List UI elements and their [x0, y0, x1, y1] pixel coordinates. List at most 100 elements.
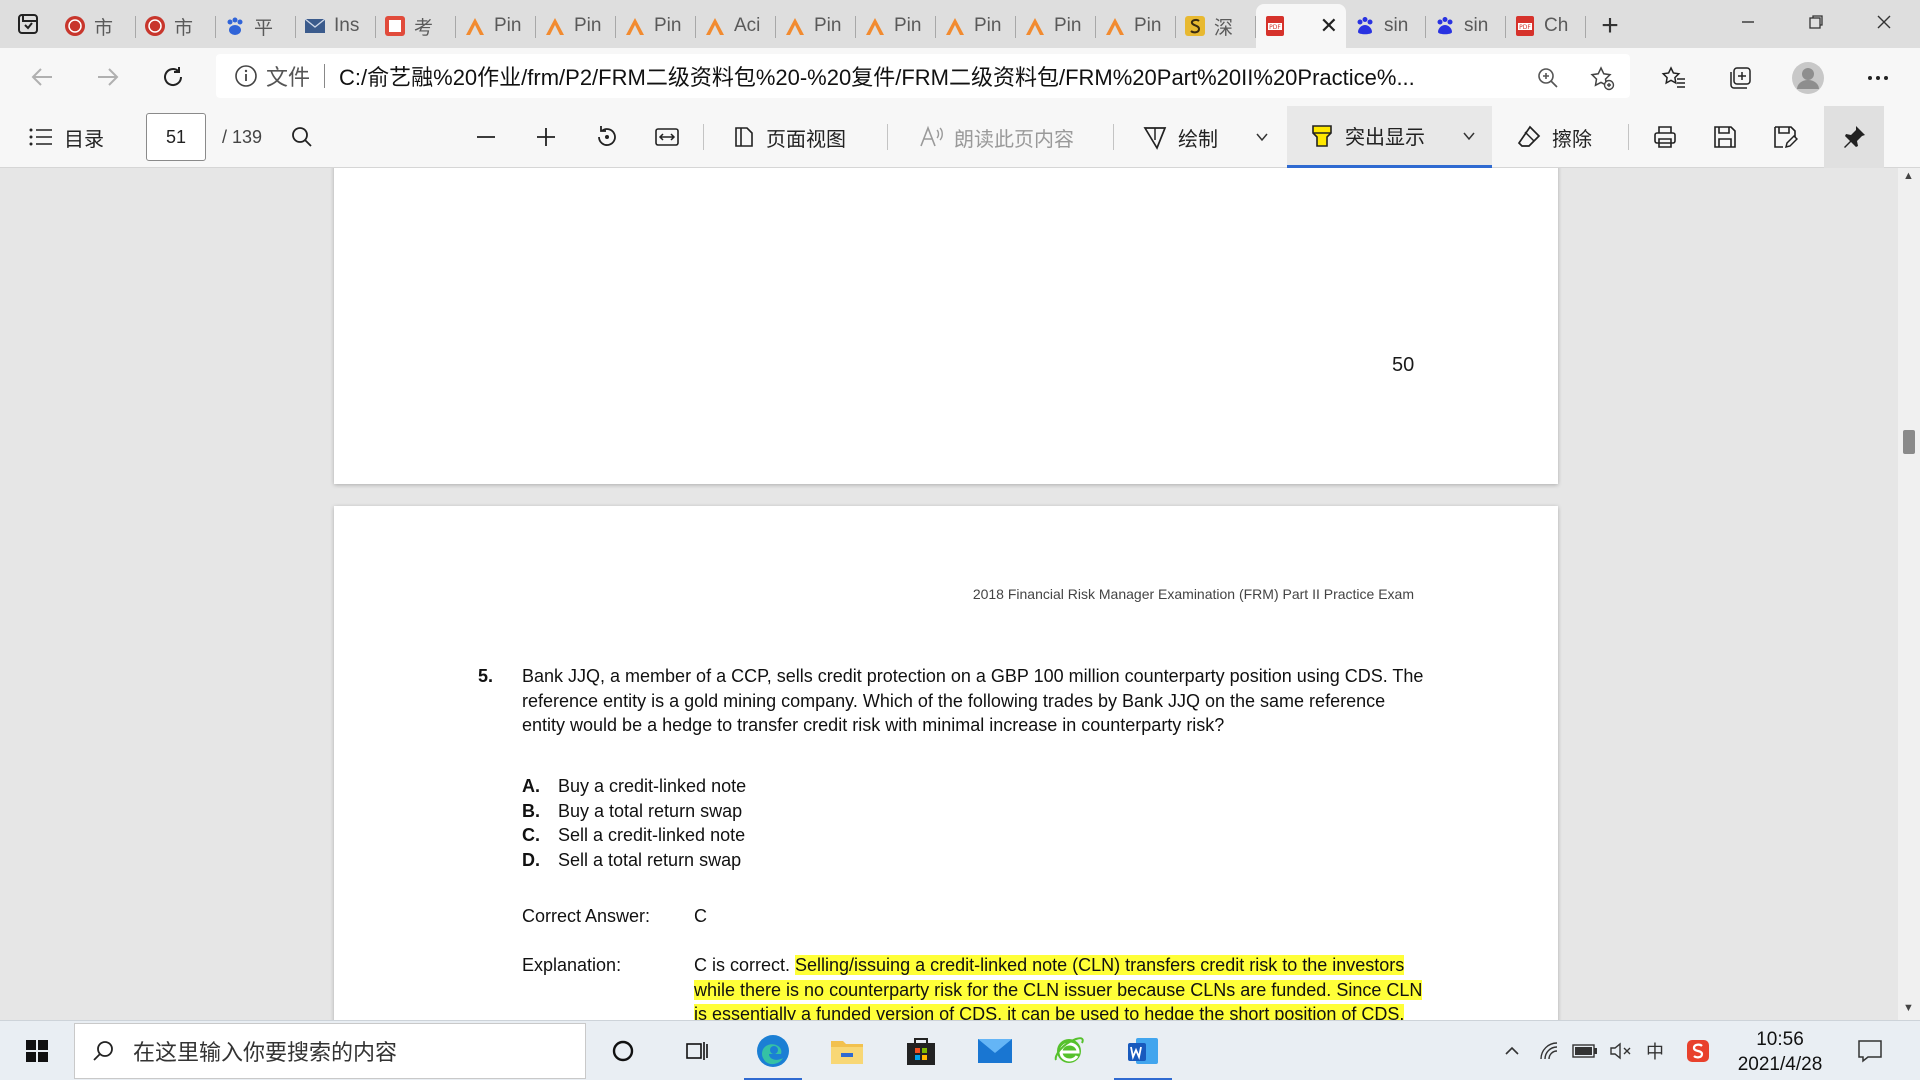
browser-tab[interactable]: Pin	[616, 4, 696, 48]
action-center-button[interactable]	[1850, 1021, 1890, 1080]
browser-tab[interactable]: Aci	[696, 4, 776, 48]
ime-indicator[interactable]: 中	[1640, 1021, 1670, 1080]
scroll-down-icon[interactable]: ▼	[1903, 1002, 1914, 1014]
plus-icon	[537, 128, 555, 146]
yellow-s-icon	[1184, 15, 1206, 37]
browser-tab[interactable]: Pin	[776, 4, 856, 48]
browser-tab[interactable]: 平	[216, 4, 296, 48]
show-hidden-icons-button[interactable]	[1498, 1021, 1526, 1080]
browser-tab[interactable]: 考	[376, 4, 456, 48]
draw-options-button[interactable]	[1254, 106, 1270, 168]
new-tab-button[interactable]: +	[1586, 4, 1634, 48]
pdf-viewer[interactable]: 50 2018 Financial Risk Manager Examinati…	[0, 168, 1920, 1020]
page-number-input[interactable]: 51	[146, 113, 206, 161]
find-button[interactable]	[290, 106, 314, 168]
cortana-button[interactable]	[586, 1021, 660, 1080]
fit-width-button[interactable]	[654, 106, 680, 168]
correct-answer-value: C	[694, 906, 707, 926]
read-aloud-button[interactable]: 朗读此页内容	[918, 106, 1074, 168]
battery-button[interactable]	[1570, 1021, 1600, 1080]
settings-more-button[interactable]	[1858, 58, 1898, 98]
url-text[interactable]: C:/俞艺融%20作业/frm/P2/FRM二级资料包%20-%20复件/FRM…	[339, 60, 1489, 92]
forward-button[interactable]	[86, 56, 128, 98]
scroll-up-icon[interactable]: ▲	[1903, 170, 1914, 182]
folder-icon	[831, 1041, 863, 1064]
tab-title: Pin	[494, 15, 522, 36]
minimize-button[interactable]	[1714, 0, 1782, 44]
volume-button[interactable]	[1606, 1021, 1636, 1080]
file-explorer-app[interactable]	[810, 1021, 884, 1080]
collections-button[interactable]	[1720, 58, 1760, 98]
close-window-button[interactable]	[1850, 0, 1918, 44]
back-button[interactable]	[22, 56, 64, 98]
star-add-icon	[1590, 66, 1615, 91]
task-view-button[interactable]	[660, 1021, 734, 1080]
tab-strip: 市 市 平 Ins 考 Pin Pin Pin Aci Pin Pin Pin Pin Pin 深 PDF ✕ s…	[0, 0, 1920, 48]
browser-tab[interactable]: Pin	[1096, 4, 1176, 48]
clock[interactable]: 10:56 2021/4/28	[1720, 1027, 1840, 1077]
toc-button[interactable]: 目录	[28, 106, 104, 168]
tab-actions-button[interactable]	[0, 0, 56, 48]
browser-tab[interactable]: Pin	[1016, 4, 1096, 48]
arrow-right-icon	[98, 68, 119, 86]
options-list: A. Buy a credit-linked note B. Buy a total…	[522, 774, 746, 872]
favorites-button[interactable]	[1654, 58, 1694, 98]
address-bar[interactable]: 文件 C:/俞艺融%20作业/frm/P2/FRM二级资料包%20-%20复件/…	[216, 54, 1630, 98]
network-button[interactable]	[1534, 1021, 1564, 1080]
collections-icon	[1730, 67, 1751, 89]
restore-button[interactable]	[1782, 0, 1850, 44]
rotate-button[interactable]	[594, 106, 620, 168]
print-button[interactable]	[1652, 106, 1678, 168]
ie-app[interactable]	[1032, 1021, 1106, 1080]
taskbar-search-input[interactable]: 在这里输入你要搜索的内容	[74, 1023, 586, 1079]
refresh-button[interactable]	[152, 56, 194, 98]
browser-tab[interactable]: Pin	[856, 4, 936, 48]
page-view-button[interactable]: 页面视图	[732, 106, 846, 168]
restore-icon	[1809, 15, 1823, 29]
highlighted-text[interactable]: is essentially a funded version of CDS, …	[694, 1004, 1405, 1020]
edge-app[interactable]	[736, 1021, 810, 1080]
browser-tab[interactable]: sin	[1346, 4, 1426, 48]
pin-toolbar-button[interactable]	[1824, 106, 1884, 168]
profile-button[interactable]	[1788, 58, 1828, 98]
word-app[interactable]	[1106, 1021, 1180, 1080]
highlight-button[interactable]: 突出显示	[1287, 106, 1492, 168]
mail-icon	[978, 1039, 1012, 1063]
browser-tab[interactable]: Pin	[936, 4, 1016, 48]
draw-button[interactable]: 绘制	[1142, 106, 1218, 168]
chevron-down-icon	[1256, 133, 1268, 142]
close-tab-icon[interactable]: ✕	[1320, 13, 1338, 39]
start-button[interactable]	[0, 1021, 74, 1080]
mail-app[interactable]	[958, 1021, 1032, 1080]
chevron-down-icon[interactable]	[1461, 128, 1477, 144]
zoom-in-button[interactable]	[534, 106, 558, 168]
browser-tab[interactable]: 深	[1176, 4, 1256, 48]
option-text: Sell a credit-linked note	[558, 825, 746, 845]
orange-a-icon	[704, 15, 726, 37]
browser-tab[interactable]: PDF Ch	[1506, 4, 1586, 48]
save-button[interactable]	[1712, 106, 1738, 168]
vertical-scrollbar[interactable]: ▲ ▼	[1898, 168, 1920, 1020]
info-icon[interactable]	[234, 64, 258, 88]
tab-title: Ch	[1544, 15, 1569, 36]
zoom-out-button[interactable]	[474, 106, 498, 168]
highlighted-text[interactable]: while there is no counterparty risk for …	[694, 979, 1423, 1000]
store-app[interactable]	[884, 1021, 958, 1080]
browser-tab[interactable]: sin	[1426, 4, 1506, 48]
orange-a-icon	[1024, 15, 1046, 37]
browser-tab[interactable]: 市	[56, 4, 136, 48]
browser-tab[interactable]: Pin	[456, 4, 536, 48]
save-as-button[interactable]	[1772, 106, 1798, 168]
erase-button[interactable]: 擦除	[1516, 106, 1592, 168]
sogou-ime-button[interactable]	[1682, 1021, 1714, 1080]
add-favorite-button[interactable]	[1582, 58, 1622, 98]
browser-tab[interactable]: 市	[136, 4, 216, 48]
scrollbar-thumb[interactable]	[1903, 430, 1915, 454]
tab-actions-icon	[18, 14, 38, 34]
red-seal-icon	[64, 15, 86, 37]
browser-tab[interactable]: Pin	[536, 4, 616, 48]
browser-tab[interactable]: Ins	[296, 4, 376, 48]
highlighted-text[interactable]: Selling/issuing a credit-linked note (CL…	[795, 955, 1405, 975]
tab-active[interactable]: PDF ✕	[1256, 4, 1346, 48]
zoom-button[interactable]	[1528, 58, 1568, 98]
